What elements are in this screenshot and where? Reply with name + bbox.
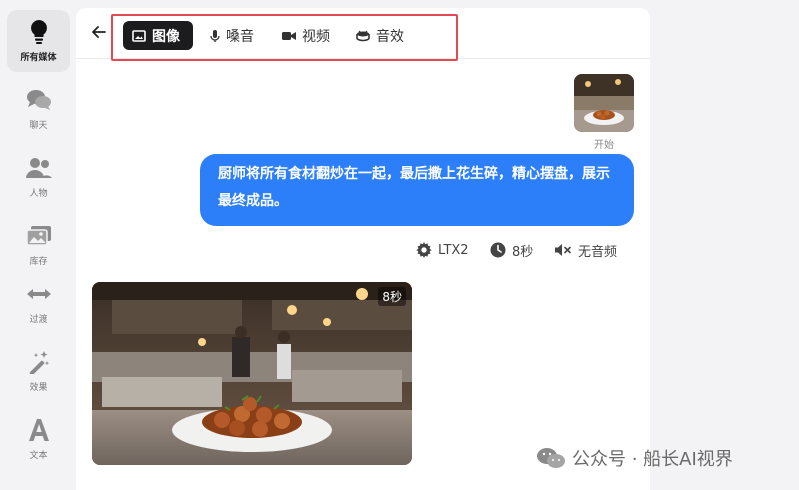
wechat-icon <box>537 448 565 468</box>
audio-label: 无音频 <box>578 244 618 260</box>
sidebar-item-label: 库存 <box>29 257 48 267</box>
sidebar-item-label: 过渡 <box>29 315 48 325</box>
chat-bubbles-icon <box>26 87 52 113</box>
sidebar-item-label: 聊天 <box>29 121 48 131</box>
drum-icon <box>356 30 370 41</box>
sidebar-item-label: 所有媒体 <box>20 53 57 63</box>
sidebar-item-label: 文本 <box>29 451 48 461</box>
sidebar-item-chat[interactable]: 聊天 <box>7 78 70 140</box>
arrow-left-icon <box>92 26 106 38</box>
lightbulb-icon <box>26 19 52 45</box>
tab-sound-effects[interactable]: 音效 <box>347 21 419 50</box>
sidebar-item-library[interactable]: 库存 <box>7 214 70 276</box>
letter-a-icon <box>26 417 52 443</box>
start-frame-thumbnail[interactable] <box>574 74 634 132</box>
back-button[interactable] <box>90 23 108 41</box>
tab-voice[interactable]: 嗓音 <box>201 21 269 50</box>
sidebar-item-effects[interactable]: 效果 <box>7 340 70 402</box>
tab-label: 音效 <box>376 28 404 45</box>
video-camera-icon <box>282 31 296 40</box>
sidebar-item-people[interactable]: 人物 <box>7 146 70 208</box>
start-frame-label: 开始 <box>594 140 614 151</box>
model-setting[interactable]: LTX2 <box>416 240 469 260</box>
duration-label: 8秒 <box>512 244 534 260</box>
sidebar-item-text[interactable]: 文本 <box>7 408 70 470</box>
sidebar-item-transition[interactable]: 过渡 <box>7 272 70 334</box>
sidebar-item-all-media[interactable]: 所有媒体 <box>7 10 70 72</box>
watermark-text: 公众号 · 船长AI视界 <box>572 449 733 470</box>
images-icon <box>25 223 52 249</box>
app-window: 所有媒体 聊天 人物 库存 过渡 效果 文本 图像 嗓音 视频 音效 开始 厨师… <box>0 0 799 490</box>
people-icon <box>25 155 52 181</box>
tab-image[interactable]: 图像 <box>123 21 193 50</box>
audio-setting[interactable]: 无音频 <box>554 240 617 260</box>
user-message-bubble: 厨师将所有食材翻炒在一起，最后撒上花生碎，精心摆盘，展示最终成品。 <box>200 154 634 226</box>
duration-setting[interactable]: 8秒 <box>490 240 533 260</box>
gear-icon <box>416 242 432 258</box>
tab-label: 嗓音 <box>226 28 254 45</box>
sidebar-item-label: 效果 <box>29 383 48 393</box>
tab-label: 视频 <box>302 28 330 45</box>
duration-badge: 8秒 <box>378 287 406 306</box>
tab-label: 图像 <box>152 28 180 45</box>
arrows-horizontal-icon <box>26 281 52 307</box>
media-type-tabs: 图像 嗓音 视频 音效 <box>111 14 458 61</box>
microphone-icon <box>210 29 220 42</box>
top-bar: 图像 嗓音 视频 音效 <box>76 8 650 61</box>
sidebar-item-label: 人物 <box>29 189 48 199</box>
main-panel: 图像 嗓音 视频 音效 开始 厨师将所有食材翻炒在一起，最后撒上花生碎，精心摆盘… <box>76 8 650 490</box>
image-icon <box>132 29 146 42</box>
watermark: 公众号 · 船长AI视界 <box>536 444 733 472</box>
magic-wand-icon <box>26 349 52 375</box>
tab-video[interactable]: 视频 <box>273 21 345 50</box>
sidebar: 所有媒体 聊天 人物 库存 过渡 效果 文本 <box>0 0 76 490</box>
generated-video-preview[interactable]: 8秒 <box>92 282 412 465</box>
model-label: LTX2 <box>438 242 469 258</box>
clock-icon <box>490 242 506 258</box>
speaker-muted-icon <box>555 244 571 256</box>
